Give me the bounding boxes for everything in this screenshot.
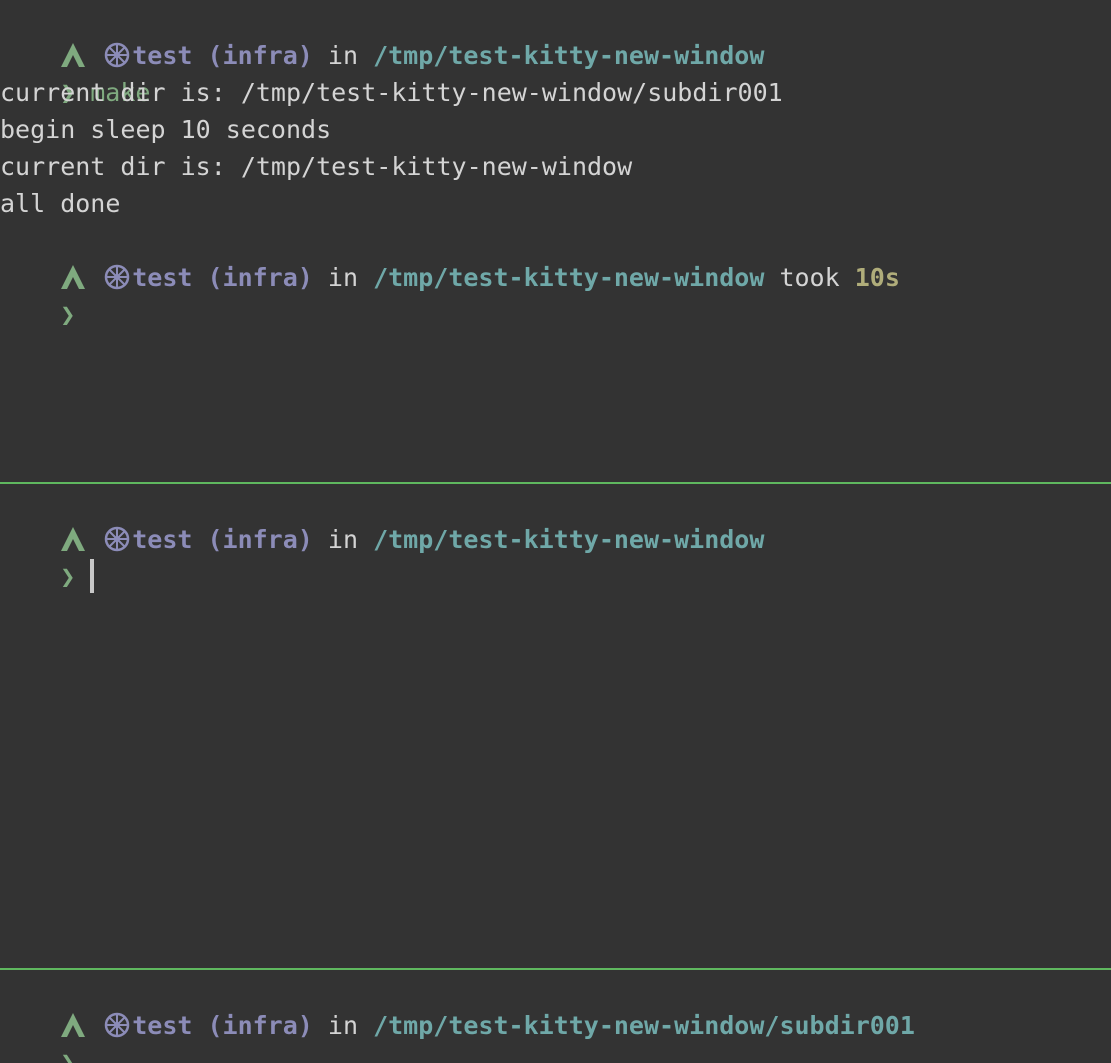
kubernetes-icon [104,42,130,68]
kube-context: test (infra) [132,525,313,554]
output-line: current dir is: /tmp/test-kitty-new-wind… [0,152,633,181]
current-path: /tmp/test-kitty-new-window [373,263,765,292]
arch-linux-icon [61,265,86,289]
prompt-symbol: ❯ [60,300,76,329]
in-word: in [312,41,374,70]
kube-context: test (infra) [132,263,313,292]
prompt-symbol: ❯ [60,1048,76,1063]
current-path: /tmp/test-kitty-new-window/subdir001 [373,1011,915,1040]
took-word: took [764,263,855,292]
arch-linux-icon [61,527,86,551]
current-path: /tmp/test-kitty-new-window [373,41,765,70]
prompt-header: test (infra) in /tmp/test-kitty-new-wind… [0,484,1111,554]
arch-linux-icon [61,43,86,67]
prompt-symbol: ❯ [60,562,76,591]
prompt-header: test (infra) in /tmp/test-kitty-new-wind… [0,0,1111,70]
terminal-pane-3[interactable]: test (infra) in /tmp/test-kitty-new-wind… [0,970,1111,1063]
prompt-header: test (infra) in /tmp/test-kitty-new-wind… [0,222,1111,292]
kube-context: test (infra) [132,1011,313,1040]
in-word: in [312,1011,374,1040]
output-line: current dir is: /tmp/test-kitty-new-wind… [0,78,783,107]
command-duration: 10s [854,263,900,292]
terminal-pane-2[interactable]: test (infra) in /tmp/test-kitty-new-wind… [0,484,1111,968]
in-word: in [312,525,374,554]
prompt-header: test (infra) in /tmp/test-kitty-new-wind… [0,970,1111,1040]
text-cursor [90,559,95,593]
arch-linux-icon [61,1013,86,1037]
in-word: in [312,263,374,292]
kubernetes-icon [104,1012,130,1038]
kubernetes-icon [104,526,130,552]
kube-context: test (infra) [132,41,313,70]
kubernetes-icon [104,264,130,290]
terminal-pane-1[interactable]: test (infra) in /tmp/test-kitty-new-wind… [0,0,1111,482]
output-line: begin sleep 10 seconds [0,115,332,144]
current-path: /tmp/test-kitty-new-window [373,525,765,554]
output-line: all done [0,189,121,218]
